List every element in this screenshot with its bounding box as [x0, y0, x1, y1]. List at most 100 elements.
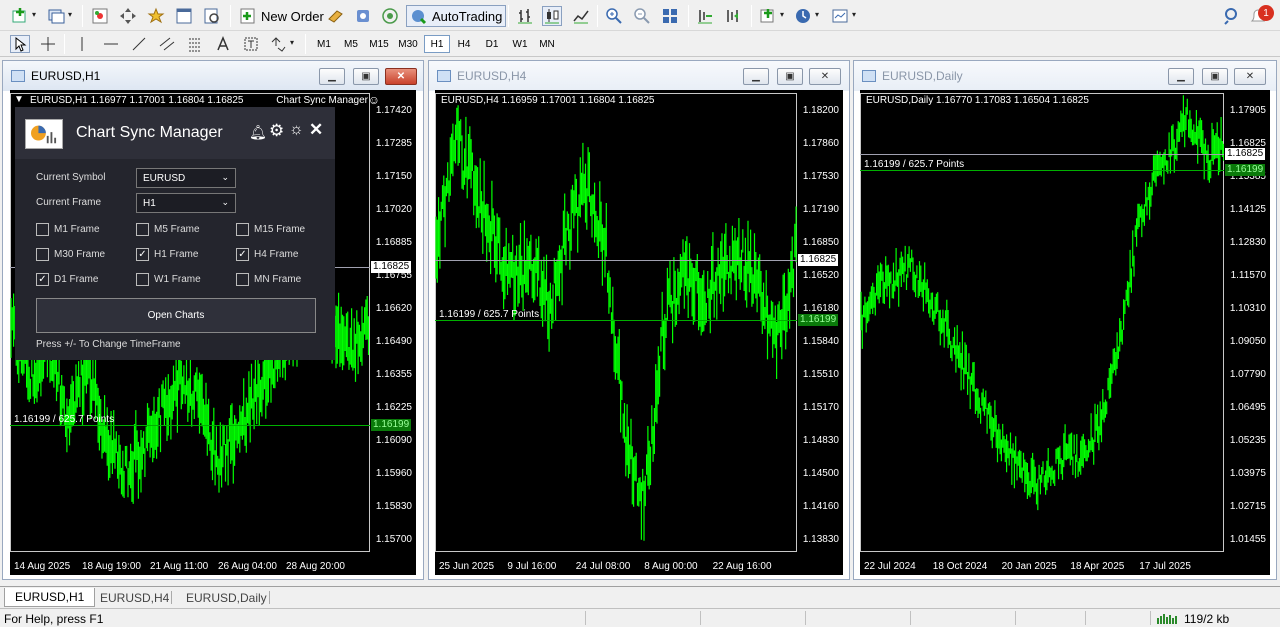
price-axis-tick: 1.11570 — [1230, 270, 1266, 281]
horizontal-line-icon[interactable] — [101, 35, 121, 53]
zoom-out-icon[interactable] — [632, 6, 652, 26]
timeframe-d1-button[interactable]: D1 — [479, 35, 505, 53]
checkbox-h1-frame[interactable]: ✓ — [136, 248, 149, 261]
timeframe-m15-button[interactable]: M15 — [366, 35, 392, 53]
fibonacci-icon[interactable] — [185, 35, 205, 53]
checkbox-label: H1 Frame — [154, 249, 199, 260]
price-axis-tick: 1.02715 — [1229, 501, 1266, 512]
checkbox-m5-frame[interactable] — [136, 223, 149, 236]
price-axis-tick: 1.18200 — [802, 105, 839, 116]
metaeditor-icon[interactable] — [326, 6, 346, 26]
checkbox-m30-frame[interactable] — [36, 248, 49, 261]
price-axis-tick: 1.15700 — [375, 534, 412, 545]
price-level-line[interactable] — [10, 425, 370, 426]
current-symbol-label: Current Symbol — [36, 172, 106, 183]
price-axis-tick: 1.17905 — [1229, 105, 1266, 116]
tile-windows-icon[interactable] — [660, 6, 680, 26]
connection-bars-icon — [1156, 612, 1182, 624]
minimize-button[interactable]: ▁ — [319, 68, 345, 85]
checkbox-h4-frame[interactable]: ✓ — [236, 248, 249, 261]
equidistant-channel-icon[interactable] — [157, 35, 177, 53]
bar-chart-icon[interactable] — [515, 6, 535, 26]
indicators-icon[interactable] — [758, 6, 778, 26]
cursor-icon[interactable] — [10, 35, 30, 53]
favorites-icon[interactable] — [146, 6, 166, 26]
line-chart-icon[interactable] — [571, 6, 591, 26]
panel-title: Chart Sync Manager — [76, 124, 223, 141]
price-chart-h4[interactable]: 1.16199 / 625.7 Points EURUSD,H4 1.16959 … — [435, 90, 843, 575]
close-button[interactable]: ✕ — [809, 68, 841, 85]
vertical-line-icon[interactable] — [72, 35, 92, 53]
chart-menu-arrow-icon[interactable]: ▼ — [14, 94, 24, 105]
window-title: EURUSD,H1 — [31, 69, 101, 83]
signals-icon[interactable] — [380, 6, 400, 26]
autoscroll-icon[interactable] — [723, 6, 743, 26]
timeframe-m1-button[interactable]: M1 — [311, 35, 337, 53]
close-icon[interactable]: ✕ — [309, 120, 323, 140]
price-axis-tick: 1.17150 — [375, 171, 412, 182]
checkbox-label: M5 Frame — [154, 224, 200, 235]
checkbox-m15-frame[interactable] — [236, 223, 249, 236]
timeframe-mn-button[interactable]: MN — [534, 35, 560, 53]
crosshair-icon[interactable] — [38, 35, 58, 53]
close-button[interactable]: ✕ — [385, 68, 417, 85]
time-axis-tick: 21 Aug 11:00 — [150, 561, 209, 572]
tab-eurusd-h4[interactable]: EURUSD,H4 — [90, 588, 179, 607]
price-axis-tick: 1.12830 — [1229, 237, 1266, 248]
strategy-tester-icon[interactable] — [202, 6, 222, 26]
frame-select[interactable]: H1 ⌄ — [136, 193, 236, 213]
timeframe-h1-button[interactable]: H1 — [424, 35, 450, 53]
timeframe-h4-button[interactable]: H4 — [451, 35, 477, 53]
periods-icon[interactable] — [793, 6, 813, 26]
maximize-button[interactable]: ▣ — [353, 68, 379, 85]
zoom-in-icon[interactable] — [604, 6, 624, 26]
market-watch-icon[interactable] — [90, 6, 110, 26]
sun-icon[interactable]: ☼ — [289, 121, 304, 139]
chart-info-label: EURUSD,H4 1.16959 1.17001 1.16804 1.1682… — [441, 95, 655, 106]
close-button[interactable]: ✕ — [1234, 68, 1266, 85]
checkbox-d1-frame[interactable]: ✓ — [36, 273, 49, 286]
timeframe-m30-button[interactable]: M30 — [395, 35, 421, 53]
chart-shift-icon[interactable] — [695, 6, 715, 26]
text-label-icon[interactable] — [241, 35, 261, 53]
candlestick-icon[interactable] — [542, 6, 562, 26]
maximize-button[interactable]: ▣ — [1202, 68, 1228, 85]
level-price-marker: 1.16199 — [1225, 164, 1266, 176]
status-bar: For Help, press F1 119/2 kb — [0, 608, 1280, 626]
price-axis-tick: 1.14500 — [802, 468, 839, 479]
data-window-icon[interactable] — [174, 6, 194, 26]
gear-icon[interactable]: ⚙︎ — [269, 121, 284, 141]
tab-eurusd-h1[interactable]: EURUSD,H1 — [4, 588, 96, 607]
arrows-icon[interactable] — [268, 35, 288, 53]
tab-eurusd-daily[interactable]: EURUSD,Daily — [176, 588, 277, 607]
new-chart-icon[interactable] — [10, 6, 30, 26]
price-level-line[interactable] — [860, 170, 1224, 171]
maximize-button[interactable]: ▣ — [777, 68, 803, 85]
checkbox-w1-frame[interactable] — [136, 273, 149, 286]
price-axis-tick: 1.16090 — [375, 435, 412, 446]
new-order-button[interactable]: New Order — [236, 5, 327, 27]
time-axis-tick: 22 Aug 16:00 — [712, 561, 772, 572]
checkbox-m1-frame[interactable] — [36, 223, 49, 236]
trendline-icon[interactable] — [129, 35, 149, 53]
options-icon[interactable] — [353, 6, 373, 26]
price-axis-tick: 1.16225 — [375, 402, 412, 413]
navigator-icon[interactable] — [118, 6, 138, 26]
search-icon[interactable] — [1222, 6, 1242, 26]
minimize-button[interactable]: ▁ — [743, 68, 769, 85]
open-charts-button[interactable]: Open Charts — [36, 298, 316, 333]
minimize-button[interactable]: ▁ — [1168, 68, 1194, 85]
timeframe-w1-button[interactable]: W1 — [507, 35, 533, 53]
checkbox-mn-frame[interactable] — [236, 273, 249, 286]
symbol-select[interactable]: EURUSD ⌄ — [136, 168, 236, 188]
bell-icon[interactable]: 🔔︎ — [249, 124, 267, 141]
time-axis-tick: 28 Aug 20:00 — [286, 561, 345, 572]
profiles-icon[interactable] — [46, 6, 66, 26]
autotrading-button[interactable]: AutoTrading — [406, 5, 507, 27]
timeframe-m5-button[interactable]: M5 — [338, 35, 364, 53]
templates-icon[interactable] — [830, 6, 850, 26]
indicator-name-label: Chart Sync Manager — [276, 95, 368, 106]
text-icon[interactable] — [213, 35, 233, 53]
price-level-line[interactable] — [435, 320, 797, 321]
price-chart-daily[interactable]: 1.16199 / 625.7 Points EURUSD,Daily 1.167… — [860, 90, 1270, 575]
